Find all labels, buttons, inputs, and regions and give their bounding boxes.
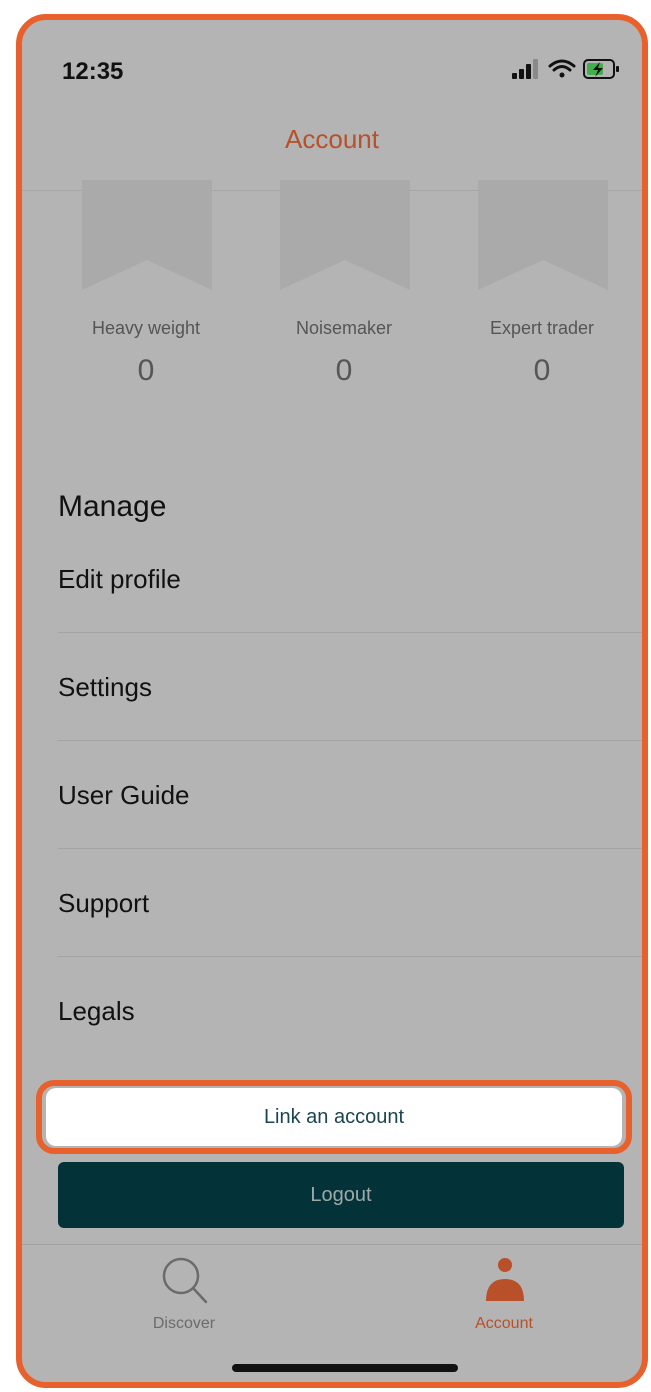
search-icon — [162, 1257, 208, 1304]
menu-item-legals[interactable]: Legals — [58, 996, 642, 1056]
logout-button[interactable]: Logout — [58, 1162, 624, 1228]
tab-discover[interactable]: Discover — [84, 1245, 284, 1345]
divider — [58, 956, 642, 957]
badge-label: Heavy weight — [91, 318, 201, 338]
signal-icon — [512, 59, 538, 79]
status-time: 12:35 — [62, 58, 124, 85]
badge-ribbon-icon — [478, 180, 608, 300]
badge-count: 0 — [335, 354, 353, 387]
section-heading-manage: Manage — [58, 490, 167, 523]
divider — [58, 848, 642, 849]
menu-item-support[interactable]: Support — [58, 888, 642, 948]
menu-item-edit-profile[interactable]: Edit profile — [58, 564, 642, 624]
menu-item-settings[interactable]: Settings — [58, 672, 642, 732]
tab-bar: Discover Account — [22, 1244, 642, 1382]
tab-account[interactable]: Account — [404, 1245, 604, 1345]
header: Account — [22, 110, 642, 191]
divider — [58, 632, 642, 633]
link-account-button[interactable]: Link an account — [46, 1088, 622, 1146]
battery-charging-icon — [583, 59, 619, 79]
page-title: Account — [285, 124, 379, 154]
tab-label: Discover — [152, 1315, 216, 1332]
badge-count: 0 — [137, 354, 155, 387]
home-indicator — [232, 1364, 458, 1372]
menu-item-user-guide[interactable]: User Guide — [58, 780, 642, 840]
badge-ribbon-icon — [82, 180, 212, 300]
badge-ribbon-icon — [280, 180, 410, 300]
tab-label: Account — [475, 1315, 533, 1332]
user-icon — [486, 1258, 524, 1301]
badge-label: Expert trader — [489, 318, 595, 338]
wifi-icon — [548, 59, 576, 78]
divider — [58, 740, 642, 741]
badge-label: Noisemaker — [295, 318, 393, 338]
status-bar: 12:35 — [22, 20, 642, 110]
badge-count: 0 — [533, 354, 551, 387]
phone-screen: 12:35 Account Heavy weight Noisemaker Ex… — [16, 14, 648, 1388]
status-icons — [498, 56, 628, 82]
